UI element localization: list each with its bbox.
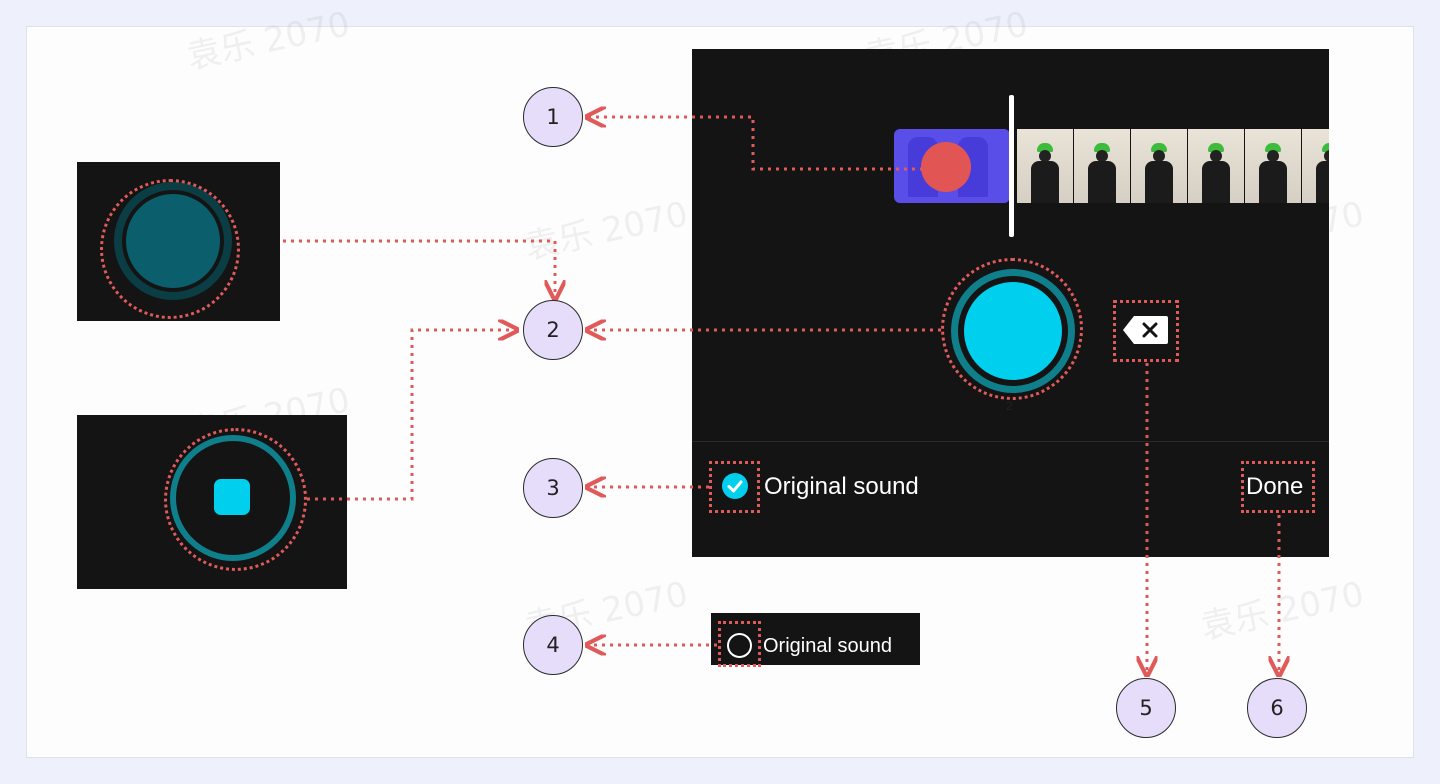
callout-2: 2: [523, 300, 583, 360]
callout-5: 5: [1116, 678, 1176, 738]
annotation-arrows: [283, 27, 1415, 759]
callout-6: 6: [1247, 678, 1307, 738]
callout-1: 1: [523, 87, 583, 147]
diagram-canvas: 袁乐 2070 袁乐 2070 袁乐 2070 袁乐 2070 袁乐 2070 …: [26, 4, 1415, 759]
callout-4: 4: [523, 615, 583, 675]
callout-3: 3: [523, 458, 583, 518]
